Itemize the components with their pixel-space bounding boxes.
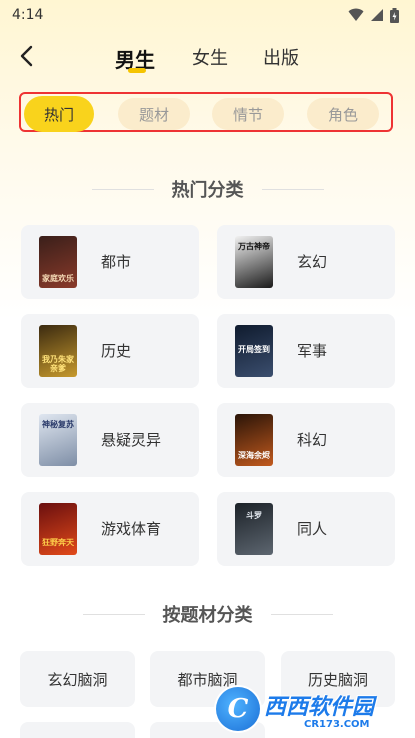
cover-title: 家庭欢乐 bbox=[42, 274, 74, 283]
book-cover: 斗罗 bbox=[235, 503, 273, 555]
category-label: 都市 bbox=[101, 253, 132, 271]
cover-title: 万古神帝 bbox=[238, 242, 270, 251]
cover-title: 深海余烬 bbox=[238, 451, 270, 460]
subtab-plot[interactable]: 情节 bbox=[212, 98, 284, 130]
watermark-title: 西西软件园 bbox=[264, 694, 375, 720]
subtab-theme[interactable]: 题材 bbox=[118, 98, 190, 130]
category-card-youxi[interactable]: 狂野奔天 游戏体育 bbox=[21, 492, 199, 566]
back-arrow-icon bbox=[20, 45, 33, 67]
hot-section-title: 热门分类 bbox=[171, 180, 244, 201]
category-card-xuanhuan[interactable]: 万古神帝 玄幻 bbox=[217, 225, 395, 299]
theme-section-title: 按题材分类 bbox=[162, 605, 253, 626]
status-icons bbox=[348, 7, 399, 23]
category-card-tongren[interactable]: 斗罗 同人 bbox=[217, 492, 395, 566]
subtab-role-label: 角色 bbox=[327, 105, 358, 124]
subtab-bar: 热门 题材 情节 角色 bbox=[19, 92, 393, 132]
category-card-junshi[interactable]: 开局签到 军事 bbox=[217, 314, 395, 388]
book-cover: 万古神帝 bbox=[235, 236, 273, 288]
book-cover: 家庭欢乐 bbox=[39, 236, 77, 288]
theme-button-xuanhuan[interactable]: 玄幻脑洞 bbox=[20, 651, 135, 707]
category-label: 科幻 bbox=[297, 431, 328, 449]
divider bbox=[91, 188, 154, 190]
subtab-theme-label: 题材 bbox=[138, 105, 169, 124]
battery-icon bbox=[390, 7, 399, 23]
subtab-hot[interactable]: 热门 bbox=[24, 96, 94, 132]
divider bbox=[270, 613, 333, 615]
tab-female[interactable]: 女生 bbox=[192, 44, 228, 70]
cover-title: 斗罗 bbox=[246, 511, 262, 520]
category-card-kehuan[interactable]: 深海余烬 科幻 bbox=[217, 403, 395, 477]
wifi-icon bbox=[348, 8, 364, 21]
cover-title: 神秘复苏 bbox=[42, 420, 74, 429]
divider bbox=[82, 613, 145, 615]
hot-section-header: 热门分类 bbox=[0, 174, 415, 204]
subtab-hot-label: 热门 bbox=[43, 105, 74, 124]
category-card-xuanyi[interactable]: 神秘复苏 悬疑灵异 bbox=[21, 403, 199, 477]
watermark-subtitle: CR173.COM bbox=[304, 718, 370, 730]
status-bar: 4:14 bbox=[0, 0, 415, 30]
book-cover: 开局签到 bbox=[235, 325, 273, 377]
category-label: 游戏体育 bbox=[101, 520, 162, 538]
category-card-dushi[interactable]: 家庭欢乐 都市 bbox=[21, 225, 199, 299]
watermark-c-icon: C bbox=[216, 687, 260, 731]
theme-button-partial[interactable] bbox=[20, 722, 135, 738]
watermark-logo: C 西西软件园 CR173.COM bbox=[216, 684, 412, 734]
category-label: 历史 bbox=[101, 342, 132, 360]
book-cover: 神秘复苏 bbox=[39, 414, 77, 466]
watermark-text: 西西软件园 CR173.COM bbox=[264, 689, 374, 730]
category-label: 军事 bbox=[297, 342, 328, 360]
book-cover: 狂野奔天 bbox=[39, 503, 77, 555]
category-label: 悬疑灵异 bbox=[101, 431, 162, 449]
book-cover: 深海余烬 bbox=[235, 414, 273, 466]
status-time: 4:14 bbox=[12, 7, 44, 23]
theme-label: 玄幻脑洞 bbox=[47, 670, 108, 689]
category-label: 玄幻 bbox=[297, 253, 328, 271]
category-card-lishi[interactable]: 我乃朱家亲爹 历史 bbox=[21, 314, 199, 388]
divider bbox=[261, 188, 324, 190]
subtab-plot-label: 情节 bbox=[232, 105, 263, 124]
cover-title: 开局签到 bbox=[238, 345, 270, 354]
subtab-role[interactable]: 角色 bbox=[307, 98, 379, 130]
signal-icon bbox=[371, 9, 383, 21]
active-tab-indicator bbox=[128, 68, 146, 73]
watermark-logo-letter: C bbox=[227, 694, 249, 724]
cover-title: 狂野奔天 bbox=[42, 538, 74, 547]
book-cover: 我乃朱家亲爹 bbox=[39, 325, 77, 377]
theme-section-header: 按题材分类 bbox=[0, 599, 415, 629]
top-nav: 男生 女生 出版 bbox=[0, 36, 415, 82]
back-button[interactable] bbox=[12, 40, 40, 72]
cover-title: 我乃朱家亲爹 bbox=[42, 355, 74, 373]
category-label: 同人 bbox=[297, 520, 328, 538]
tab-publish[interactable]: 出版 bbox=[263, 44, 299, 70]
